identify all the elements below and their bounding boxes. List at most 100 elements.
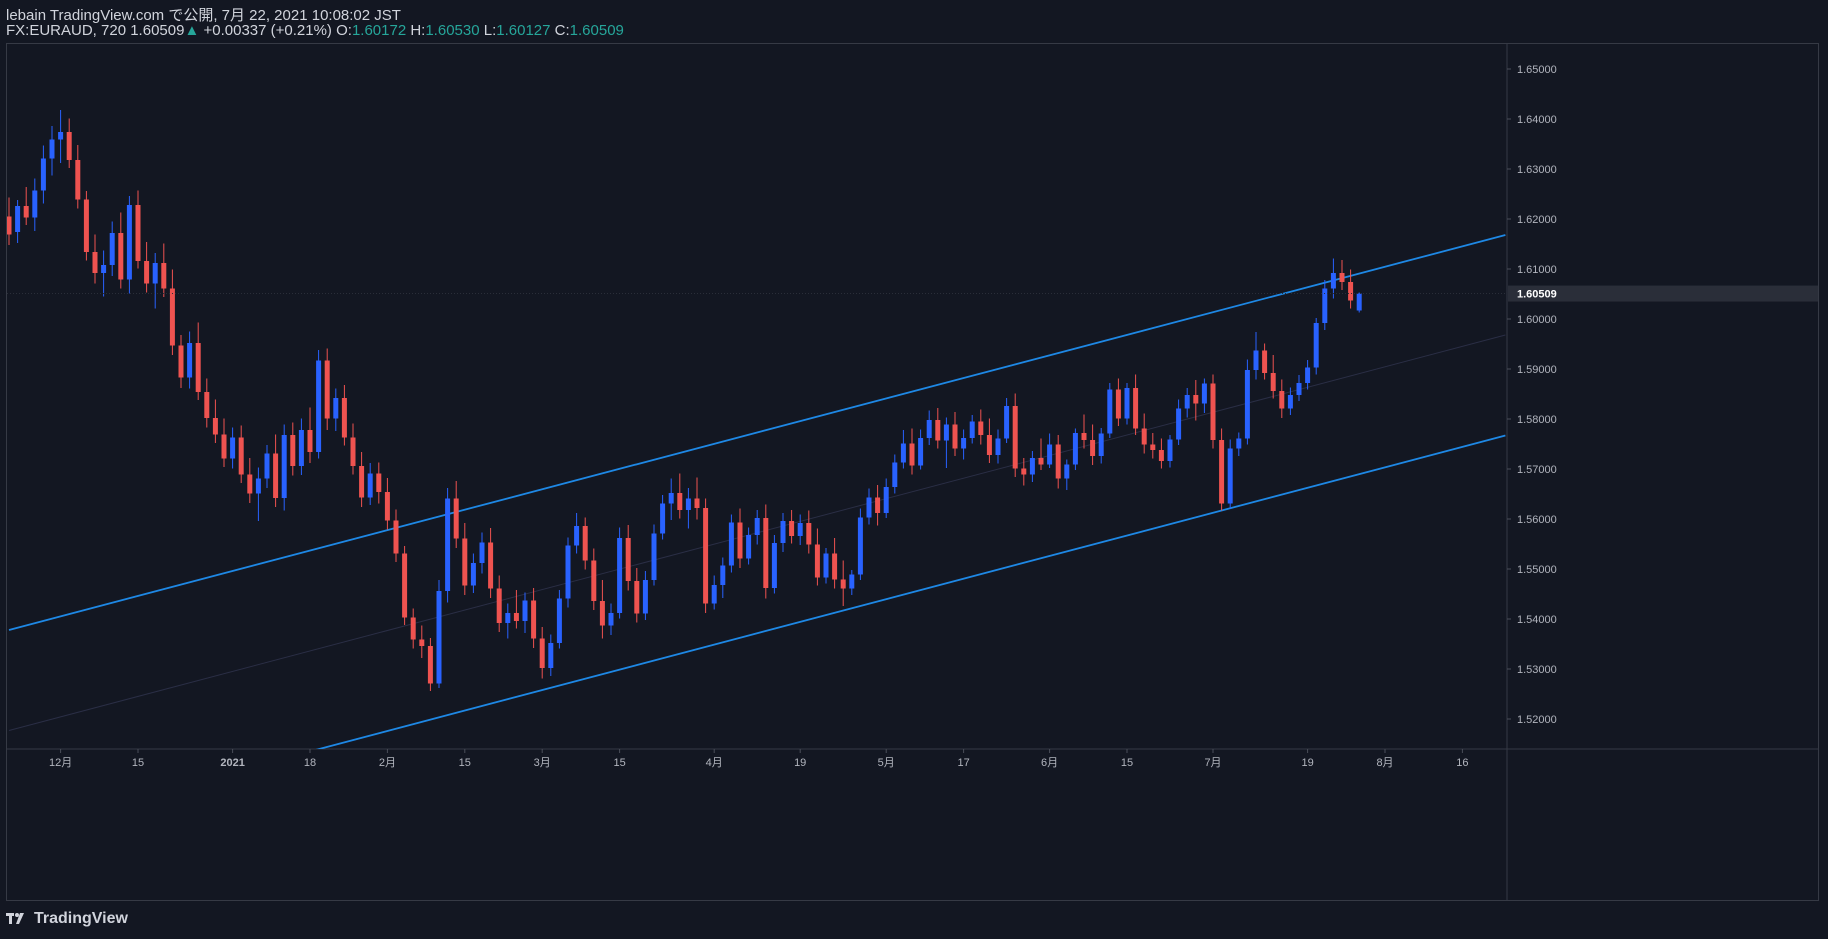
candle-body	[118, 233, 124, 280]
candle-body	[720, 565, 726, 585]
candle-body	[1219, 440, 1225, 504]
candle-body	[101, 265, 107, 273]
candle-body	[187, 343, 193, 378]
candle-body	[1150, 444, 1156, 450]
candle-body	[169, 288, 175, 346]
candle-body	[832, 553, 838, 580]
high-label: H:	[410, 22, 426, 39]
candle-body	[1236, 438, 1242, 449]
candle-body	[1339, 273, 1345, 282]
time-tick-label: 16	[1456, 757, 1468, 769]
candle-body	[677, 493, 683, 510]
up-arrow-icon: ▲	[184, 22, 200, 39]
open-value: 1.60172	[351, 22, 407, 39]
candle-body	[814, 544, 820, 578]
symbol-legend: FX:EURAUD, 720 1.60509▲ +0.00337 (+0.21%…	[6, 22, 624, 39]
candle-body	[1107, 389, 1113, 434]
candle-body	[857, 517, 863, 575]
candle-body	[531, 600, 537, 639]
time-tick-label: 2021	[220, 757, 244, 769]
candle-body	[866, 497, 872, 518]
candle-body	[1296, 383, 1302, 395]
candle-body	[273, 453, 279, 498]
candle-body	[1055, 444, 1061, 479]
candle-body	[1193, 395, 1199, 404]
close-label: C:	[554, 22, 570, 39]
candle-body	[32, 190, 38, 218]
low-value: 1.60127	[496, 22, 551, 39]
price-tick-label: 1.61000	[1517, 264, 1557, 276]
candle-body	[599, 601, 605, 626]
candle-body	[1012, 406, 1018, 469]
price-tick-label: 1.55000	[1517, 564, 1557, 576]
candle-body	[1072, 433, 1078, 465]
candle-body	[1115, 389, 1121, 419]
channel-upper-line	[8, 234, 1506, 631]
time-tick-label: 15	[613, 757, 625, 769]
candle-body	[823, 553, 829, 578]
candle-body	[1184, 395, 1190, 409]
footer-brand[interactable]: TradingView	[6, 910, 128, 928]
price-axis: 1.65000 1.64000 1.63000 1.62000 1.61000 1.600…	[1507, 64, 1557, 726]
candle-body	[883, 487, 889, 513]
candle-body	[548, 643, 554, 668]
candle-body	[935, 420, 941, 441]
candle-body	[238, 437, 244, 475]
price-change: +0.00337 (+0.21%)	[203, 22, 332, 39]
candlestick-chart[interactable]: 1.65000 1.64000 1.63000 1.62000 1.61000 1.600…	[7, 44, 1819, 901]
candle-body	[1081, 433, 1087, 440]
candle-body	[462, 538, 468, 586]
candle-body	[7, 216, 12, 235]
time-tick-label: 4月	[706, 757, 723, 769]
channel-lower-line	[315, 434, 1506, 749]
candle-body	[350, 437, 356, 466]
candle-body	[488, 542, 494, 589]
chart-area[interactable]: 1.65000 1.64000 1.63000 1.62000 1.61000 1.600…	[6, 43, 1819, 901]
candle-body	[617, 538, 623, 613]
time-tick-label: 8月	[1376, 757, 1393, 769]
price-tick-label: 1.60000	[1517, 314, 1557, 326]
candle-body	[298, 430, 304, 466]
candle-body	[634, 581, 640, 614]
candle-body	[230, 437, 236, 459]
candle-body	[1313, 323, 1319, 368]
candle-body	[427, 646, 433, 684]
candle-body	[341, 398, 347, 438]
symbol-label[interactable]: FX:EURAUD, 720	[6, 22, 126, 39]
candle-body	[367, 473, 373, 498]
price-tick-label: 1.54000	[1517, 614, 1557, 626]
candle-body	[1305, 367, 1311, 383]
last-price: 1.60509	[130, 22, 185, 39]
candle-body	[445, 498, 451, 591]
candle-body	[1133, 388, 1139, 429]
candle-body	[660, 503, 666, 534]
close-value: 1.60509	[569, 22, 624, 39]
time-tick-label: 5月	[878, 757, 895, 769]
candle-body	[204, 392, 210, 418]
candle-body	[1330, 273, 1336, 289]
candle-body	[728, 522, 734, 566]
candle-body	[144, 261, 150, 284]
candle-body	[496, 588, 502, 623]
candle-body	[840, 579, 846, 589]
candle-body	[152, 263, 158, 284]
candle-body	[92, 252, 98, 273]
candle-body	[83, 199, 89, 252]
candle-body	[789, 521, 795, 536]
candle-body	[40, 158, 46, 191]
price-tick-label: 1.57000	[1517, 464, 1557, 476]
high-value: 1.60530	[425, 22, 480, 39]
candle-body	[281, 435, 287, 498]
time-axis: 12月 15 2021 18 2月 15 3月 15 4月 19 5月 17 6月 15 7月 19 8月 16	[49, 749, 1469, 769]
candle-body	[746, 535, 752, 559]
candle-body	[453, 498, 459, 539]
candle-body	[1090, 440, 1096, 456]
candle-body	[264, 453, 270, 479]
candle-body	[419, 639, 425, 646]
candle-body	[539, 638, 545, 668]
price-tick-label: 1.64000	[1517, 114, 1557, 126]
candle-body	[909, 443, 915, 466]
price-tick-label: 1.59000	[1517, 364, 1557, 376]
candle-body	[316, 360, 322, 452]
time-tick-label: 19	[1301, 757, 1313, 769]
